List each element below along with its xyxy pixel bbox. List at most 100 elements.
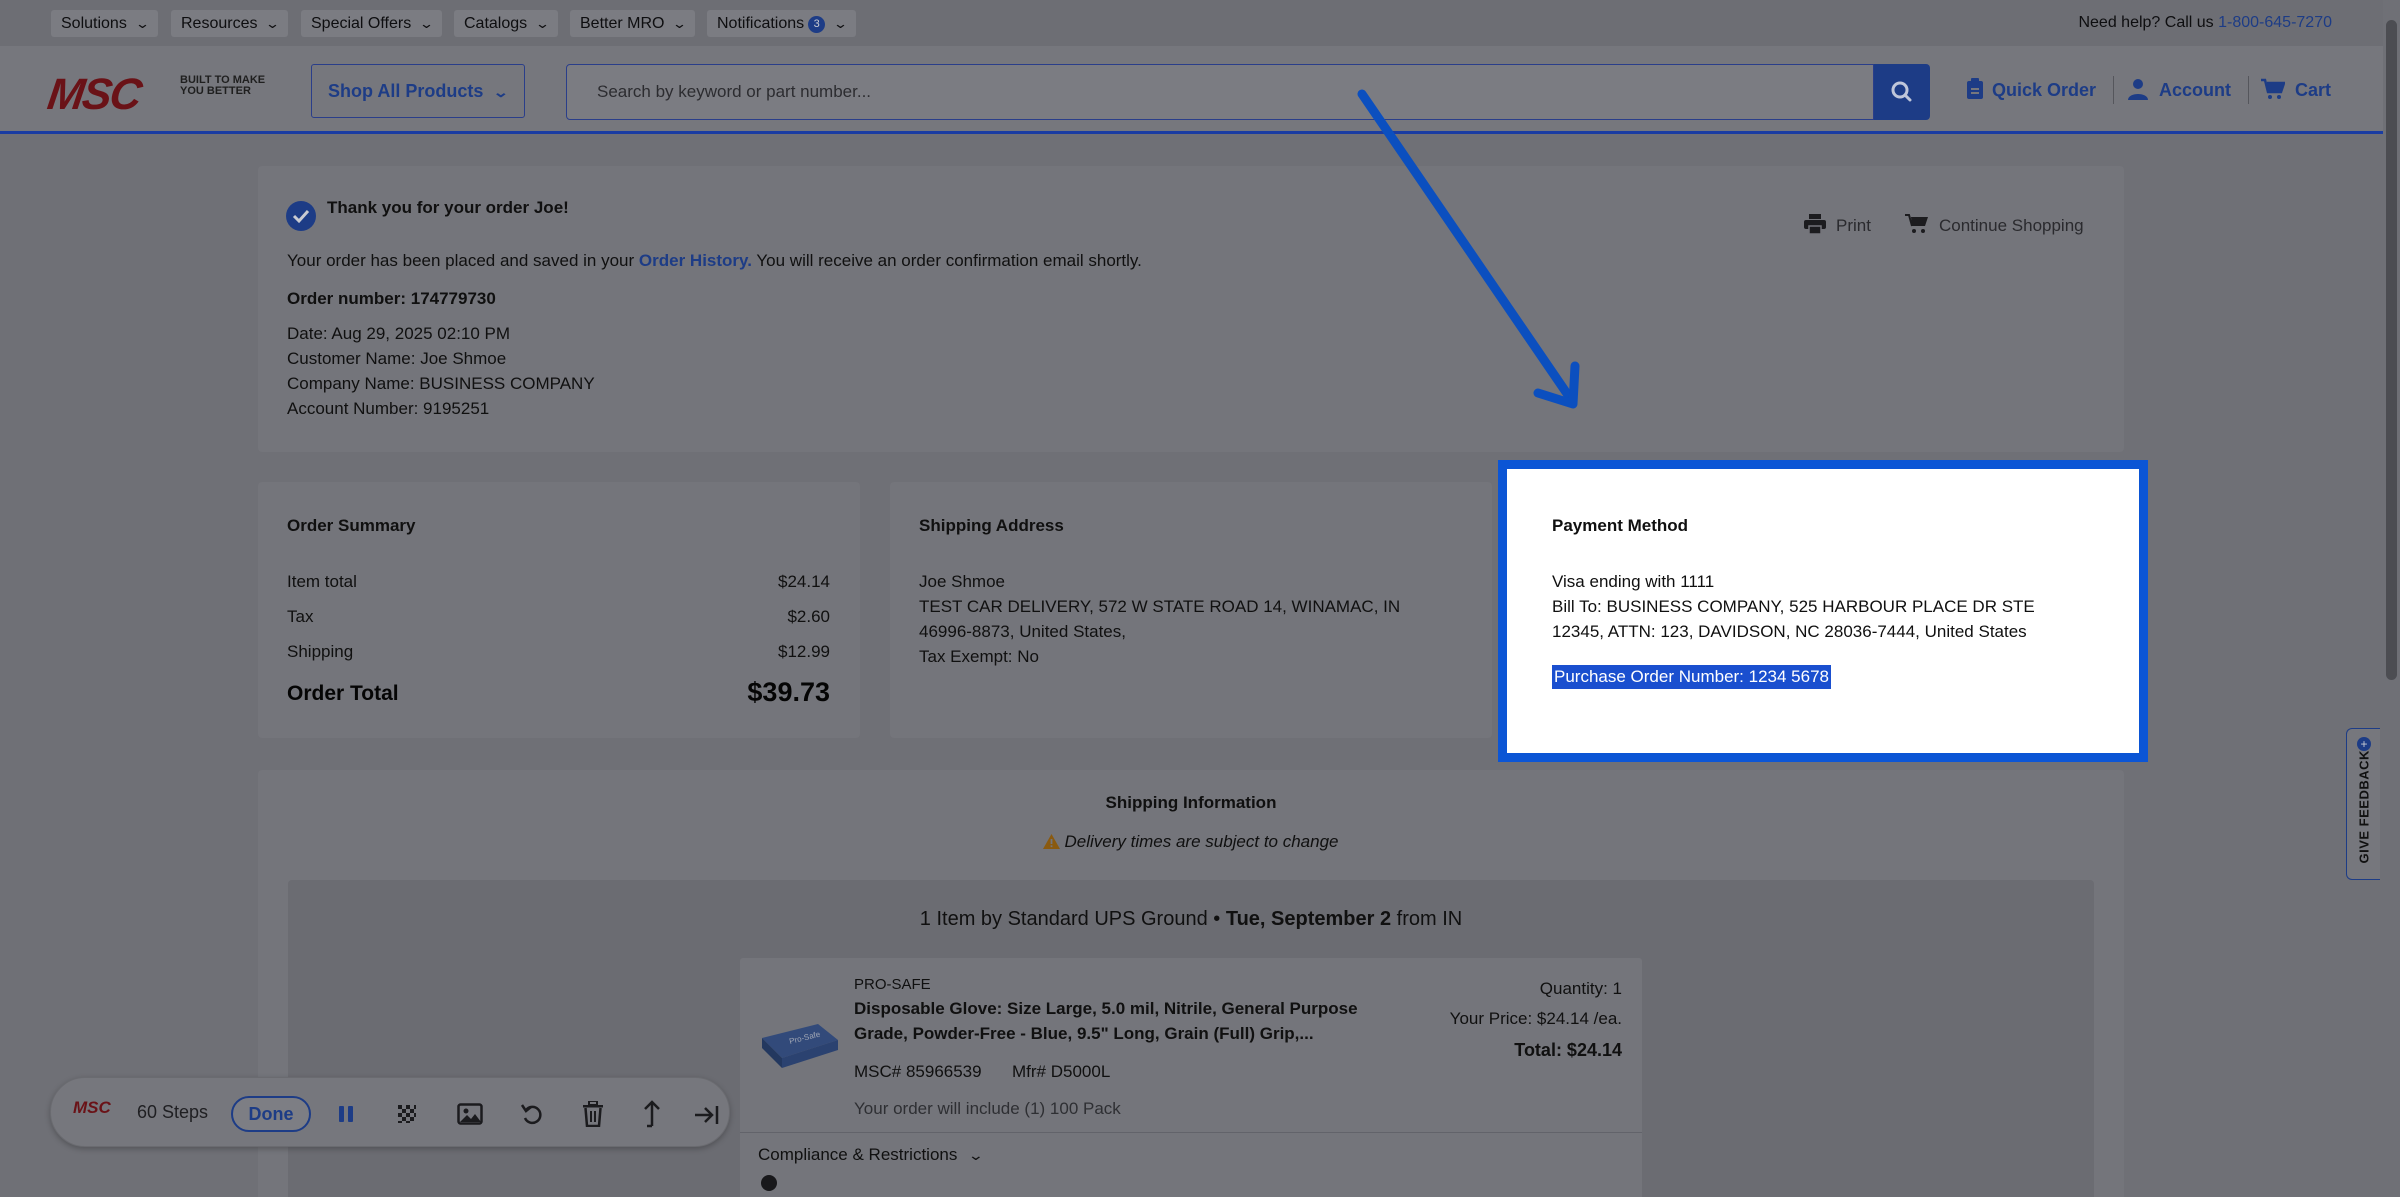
utility-nav-special-offers[interactable]: Special Offers ⌄ <box>301 10 443 37</box>
utility-nav-better-mro[interactable]: Better MRO ⌄ <box>570 10 696 37</box>
header-divider <box>2248 76 2249 104</box>
blur-button[interactable] <box>395 1102 419 1131</box>
message-text: Your order has been placed and saved in … <box>287 251 635 270</box>
utility-nav-label: Better MRO <box>580 15 665 32</box>
shop-all-label: Shop All Products <box>328 81 484 101</box>
address-line: 46996-8873, United States, <box>919 622 1126 641</box>
annotation-arrow <box>1357 89 1580 409</box>
trash-icon <box>583 1100 603 1128</box>
utility-nav-notifications[interactable]: Notifications 3 ⌄ <box>707 10 857 37</box>
order-total-value: $39.73 <box>747 677 830 707</box>
screenshot-button[interactable] <box>457 1102 483 1131</box>
msc-logo[interactable]: MSC BUILT TO MAKE YOU BETTER <box>45 70 266 120</box>
divider <box>740 1132 1642 1133</box>
utility-nav-resources[interactable]: Resources ⌄ <box>171 10 289 37</box>
delivery-notice-text: Delivery times are subject to change <box>1064 832 1339 851</box>
delete-button[interactable] <box>582 1100 604 1132</box>
compliance-label: Compliance & Restrictions <box>758 1145 958 1164</box>
continue-shopping-button[interactable]: Continue Shopping <box>1905 214 2084 236</box>
shipment-method: 1 Item by Standard UPS Ground • Tue, Sep… <box>0 908 2382 931</box>
confirmation-message: Your order has been placed and saved in … <box>287 251 1142 271</box>
utility-nav-label: Special Offers <box>311 15 412 32</box>
order-history-link[interactable]: Order History. <box>639 251 752 270</box>
product-name-line: Grade, Powder-Free - Blue, 9.5" Long, Gr… <box>854 1024 1314 1043</box>
search-input[interactable] <box>567 65 1873 119</box>
step-count: 60 Steps <box>137 1102 209 1122</box>
chevron-down-icon: ⌄ <box>967 1147 985 1163</box>
payment-method-title: Payment Method <box>1552 516 1689 535</box>
mfr-number: Mfr# D5000L <box>1012 1062 1111 1081</box>
shipping-information-title: Shipping Information <box>1105 793 1277 812</box>
help-phone-link[interactable]: 1-800-645-7270 <box>2218 14 2332 31</box>
chevron-down-icon: ⌄ <box>265 16 281 31</box>
account-label: Account <box>2159 80 2231 100</box>
recorder-toolbar: MSC 60 Steps Done <box>50 1077 730 1147</box>
utility-nav-label: Catalogs <box>464 15 528 32</box>
utility-nav-catalogs[interactable]: Catalogs ⌄ <box>454 10 559 37</box>
undo-button[interactable] <box>520 1102 544 1131</box>
product-image: Pro-Safe <box>758 1018 840 1072</box>
print-label: Print <box>1836 216 1871 235</box>
bill-to-line: Bill To: BUSINESS COMPANY, 525 HARBOUR P… <box>1552 597 2035 616</box>
product-name-link[interactable]: Disposable Glove: Size Large, 5.0 mil, N… <box>854 999 1358 1044</box>
cart-link[interactable]: Cart <box>2261 78 2331 101</box>
site-header: MSC BUILT TO MAKE YOU BETTER Shop All Pr… <box>0 46 2400 134</box>
msc-number: MSC# 85966539 <box>854 1062 982 1081</box>
give-feedback-label: GIVE FEEDBACK <box>2356 750 2372 864</box>
summary-line-label: Item total <box>287 572 357 591</box>
undo-icon <box>520 1104 542 1125</box>
logo-tagline: BUILT TO MAKE YOU BETTER <box>180 74 266 97</box>
give-feedback-tab[interactable]: + GIVE FEEDBACK <box>2346 728 2380 880</box>
logo-wordmark: MSC <box>44 70 144 119</box>
utility-nav-label: Solutions <box>61 15 127 32</box>
shipping-address-title: Shipping Address <box>919 516 1064 535</box>
quick-order-link[interactable]: Quick Order <box>1966 78 2096 101</box>
address-line: TEST CAR DELIVERY, 572 W STATE ROAD 14, … <box>919 597 1401 616</box>
order-date: Date: Aug 29, 2025 02:10 PM <box>287 324 511 343</box>
account-link[interactable]: Account <box>2127 78 2231 101</box>
check-circle-icon <box>286 201 316 231</box>
order-summary-title: Order Summary <box>287 516 416 535</box>
search-box <box>566 64 1874 120</box>
purchase-order-number: Purchase Order Number: 1234 5678 <box>1552 665 1831 689</box>
pause-icon <box>339 1106 353 1122</box>
chevron-down-icon: ⌄ <box>534 16 551 31</box>
summary-line-value: $2.60 <box>787 607 830 626</box>
image-icon <box>457 1103 483 1125</box>
quick-order-label: Quick Order <box>1992 80 2097 100</box>
shipment-method-text: 1 Item by Standard UPS Ground • <box>919 908 1221 930</box>
tax-exempt-status: Tax Exempt: No <box>919 647 1039 666</box>
shipment-date: Tue, September 2 <box>1225 908 1392 930</box>
recorder-logo: MSC <box>73 1098 111 1117</box>
shop-all-products-button[interactable]: Shop All Products ⌄ <box>311 64 525 118</box>
scrollbar-thumb[interactable] <box>2386 20 2397 680</box>
chevron-down-icon: ⌄ <box>134 16 150 31</box>
done-button[interactable]: Done <box>231 1096 311 1132</box>
cart-icon <box>1905 214 1928 233</box>
chevron-down-icon: ⌄ <box>419 16 435 31</box>
item-total: Total: $24.14 <box>1514 1040 1622 1060</box>
account-number: Account Number: 9195251 <box>287 399 490 418</box>
user-icon <box>2128 79 2148 100</box>
product-brand: PRO-SAFE <box>854 976 931 993</box>
search-button[interactable] <box>1874 64 1930 120</box>
share-button[interactable] <box>641 1100 663 1133</box>
company-name: Company Name: BUSINESS COMPANY <box>287 374 595 393</box>
summary-line-label: Shipping <box>287 642 354 661</box>
summary-line-value: $12.99 <box>778 642 830 661</box>
clipboard-icon <box>1967 78 1983 99</box>
arrow-right-to-line-icon <box>695 1106 719 1124</box>
delivery-notice: Delivery times are subject to change <box>0 832 2382 852</box>
order-total-label: Order Total <box>287 682 399 705</box>
compliance-toggle[interactable]: Compliance & Restrictions ⌄ <box>758 1145 985 1165</box>
utility-bar: Solutions ⌄ Resources ⌄ Special Offers ⌄ Ca… <box>0 0 2400 46</box>
help-text: Need help? Call us <box>2078 14 2214 31</box>
summary-line-label: Tax <box>287 607 314 626</box>
utility-nav-solutions[interactable]: Solutions ⌄ <box>51 10 158 37</box>
cart-icon <box>2261 78 2286 99</box>
order-number: Order number: 174779730 <box>287 289 496 308</box>
print-button[interactable]: Print <box>1804 214 1871 236</box>
summary-line-value: $24.14 <box>778 572 830 591</box>
pause-button[interactable] <box>335 1103 357 1125</box>
collapse-button[interactable] <box>693 1104 719 1131</box>
